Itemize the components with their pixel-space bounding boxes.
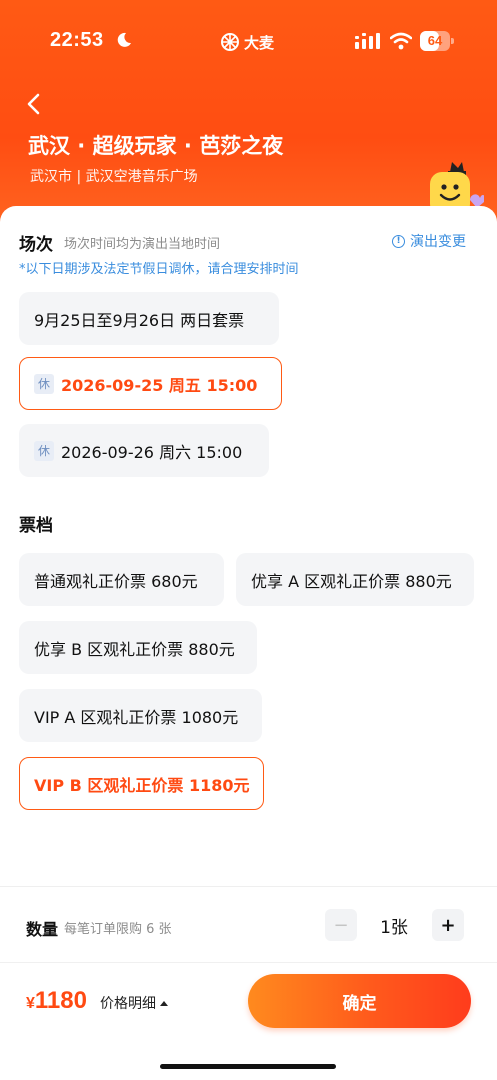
session-option-2026-09-26[interactable]: 休 2026-09-26 周六 15:00: [19, 424, 269, 477]
divider: [0, 962, 497, 963]
rest-day-badge: 休: [34, 373, 54, 394]
ticket-option-label: VIP A 区观礼正价票 1080元: [34, 707, 239, 727]
session-option-package[interactable]: 9月25日至9月26日 两日套票: [19, 292, 279, 345]
cellular-signal-icon: [355, 33, 380, 49]
session-timezone-note: 场次时间均为演出当地时间: [64, 237, 221, 252]
confirm-button[interactable]: 确定: [248, 974, 471, 1028]
ticket-option-label: 普通观礼正价票 680元: [34, 571, 198, 591]
ticket-option-vip-b[interactable]: VIP B 区观礼正价票 1180元: [19, 757, 264, 810]
price-detail-label: 价格明细: [100, 996, 156, 1012]
price-amount: 1180: [34, 987, 87, 1014]
quantity-value: 1张: [380, 918, 408, 938]
ticket-option-regular[interactable]: 普通观礼正价票 680元: [19, 553, 224, 606]
session-option-label: 9月25日至9月26日 两日套票: [34, 310, 245, 330]
show-change-link[interactable]: ! 演出变更: [392, 231, 466, 251]
total-price: ¥1180: [26, 987, 87, 1015]
ticket-option-label: 优享 A 区观礼正价票 880元: [251, 571, 452, 591]
quantity-increase-button[interactable]: +: [432, 909, 464, 941]
home-indicator: [160, 1064, 336, 1069]
session-option-label: 2026-09-26 周六 15:00: [61, 442, 243, 462]
ticket-option-premium-a[interactable]: 优享 A 区观礼正价票 880元: [236, 553, 474, 606]
event-title: 武汉 · 超级玩家 · 芭莎之夜: [28, 134, 284, 158]
ticket-section-title: 票档: [19, 516, 53, 536]
currency-symbol: ¥: [26, 995, 35, 1012]
ticket-option-label: 优享 B 区观礼正价票 880元: [34, 639, 235, 659]
moon-icon: [117, 32, 131, 47]
battery-icon: 64: [420, 31, 454, 51]
back-button[interactable]: [20, 90, 48, 118]
rest-day-badge: 休: [34, 440, 54, 461]
session-option-label: 2026-09-25 周五 15:00: [61, 375, 258, 395]
quantity-label: 数量: [26, 920, 59, 939]
session-section-title: 场次: [19, 235, 53, 255]
ticket-option-vip-a[interactable]: VIP A 区观礼正价票 1080元: [19, 689, 262, 742]
divider: [0, 886, 497, 887]
holiday-notice: *以下日期涉及法定节假日调休，请合理安排时间: [19, 262, 299, 277]
show-change-label: 演出变更: [410, 234, 466, 250]
ticket-option-label: VIP B 区观礼正价票 1180元: [34, 775, 250, 795]
status-time: 22:53: [50, 29, 104, 51]
price-detail-toggle[interactable]: 价格明细: [100, 993, 168, 1013]
quantity-limit-note: 每笔订单限购 6 张: [64, 922, 172, 937]
event-venue: 武汉市 | 武汉空港音乐广场: [30, 169, 198, 185]
status-bar: 22:53 大麦 64: [0, 26, 497, 58]
brand-logo: 大麦: [220, 32, 274, 52]
brand-name: 大麦: [244, 33, 275, 52]
quantity-decrease-button[interactable]: −: [325, 909, 357, 941]
battery-level: 64: [427, 33, 443, 48]
info-icon: !: [392, 234, 405, 248]
caret-up-icon: [160, 1000, 168, 1006]
ticket-option-premium-b[interactable]: 优享 B 区观礼正价票 880元: [19, 621, 257, 674]
session-option-2026-09-25[interactable]: 休 2026-09-25 周五 15:00: [19, 357, 282, 410]
brand-emblem-icon: [221, 33, 239, 51]
wifi-icon: [390, 32, 412, 50]
